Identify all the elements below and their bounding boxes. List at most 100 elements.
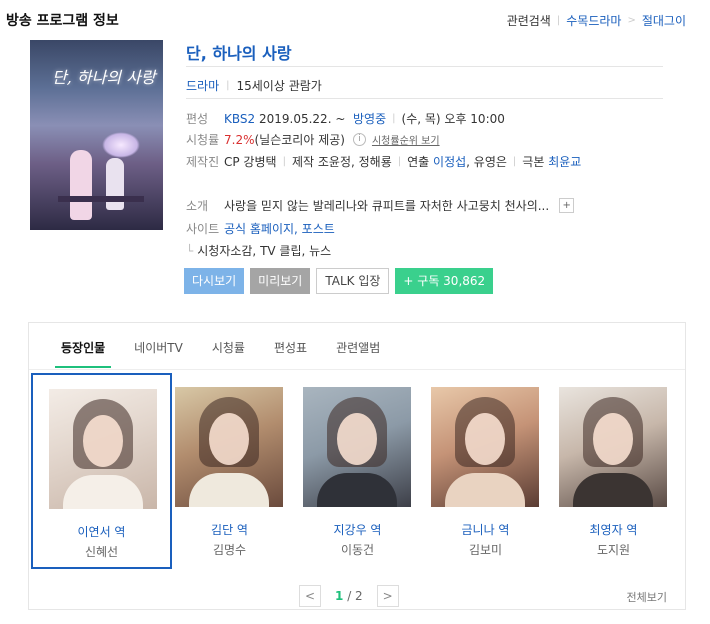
pagination: < 1 / 2 > — [299, 585, 399, 607]
genre-link[interactable]: 드라마 — [186, 77, 219, 94]
cast-role: 김단 역 — [211, 523, 248, 537]
body-shape — [63, 475, 143, 509]
sub-links-row: └ 시청자소감, TV 클립, 뉴스 — [186, 242, 331, 259]
schedule-label: 편성 — [186, 112, 209, 126]
cast-actor: 도지원 — [596, 543, 631, 557]
site-links[interactable]: 공식 홈페이지, 포스트 — [224, 220, 335, 237]
schedule-row: 편성 KBS2 2019.05.22. ~ 방영중 | (수, 목) 오후 10… — [186, 110, 505, 127]
genre-row: 드라마 | 15세이상 관람가 — [186, 77, 322, 94]
intro-text: 사랑을 믿지 않는 발레리나와 큐피트를 자처한 사고뭉치 천사의... — [224, 199, 550, 213]
current-page: 1 — [335, 589, 344, 603]
viewership-row: 시청률 7.2% (닐슨코리아 제공) i 시청률순위 보기 — [186, 131, 440, 148]
air-date: 2019.05.22. ~ — [258, 111, 346, 126]
cast-card[interactable]: 지강우 역 이동건 — [287, 373, 428, 569]
separator: | — [282, 156, 286, 167]
cast-card[interactable]: 김단 역 김명수 — [159, 373, 300, 569]
separator: | — [556, 15, 561, 26]
program-title[interactable]: 단, 하나의 사랑 — [186, 40, 292, 64]
writer-link[interactable]: 최윤교 — [548, 153, 581, 170]
divider — [186, 98, 663, 99]
producer-prefix: 제작 — [291, 155, 315, 169]
director-link[interactable]: 이정섭 — [433, 153, 466, 170]
cast-actor: 김명수 — [212, 543, 247, 557]
site-row: 사이트 공식 홈페이지, 포스트 — [186, 220, 335, 237]
producer-names: 조윤정, 정해룡 — [317, 155, 392, 169]
cast-actor: 신혜선 — [84, 545, 119, 559]
next-page-button[interactable]: > — [376, 585, 399, 607]
intro-label: 소개 — [186, 199, 209, 213]
divider — [29, 369, 685, 370]
face-shape — [83, 415, 123, 467]
cast-card[interactable]: 이연서 역 신혜선 — [31, 373, 172, 569]
body-shape — [573, 473, 653, 507]
cast-role: 지강우 역 — [333, 523, 382, 537]
director-prefix: 연출 — [407, 155, 430, 169]
viewership-label: 시청률 — [186, 133, 220, 147]
related-drama-link[interactable]: 절대그이 — [642, 12, 686, 29]
cast-photo — [431, 387, 539, 507]
age-rating: 15세이상 관람가 — [236, 79, 322, 93]
separator: | — [226, 80, 230, 91]
crew-label: 제작진 — [186, 155, 220, 169]
expand-icon[interactable]: + — [559, 198, 575, 213]
crew-cp: CP 강병택 — [224, 155, 277, 169]
body-shape — [317, 473, 397, 507]
program-poster[interactable]: 단, 하나의 사랑 — [30, 40, 163, 230]
related-links: 관련검색 | 수목드라마 > 절대그이 — [507, 12, 686, 29]
cast-role: 최영자 역 — [589, 523, 638, 537]
chevron-right-icon: > — [627, 15, 636, 26]
cast-role: 이연서 역 — [77, 525, 126, 539]
prev-page-button[interactable]: < — [299, 585, 321, 607]
preview-button[interactable]: 미리보기 — [250, 268, 311, 294]
tab-viewership[interactable]: 시청률 — [212, 339, 245, 368]
viewership-source: (닐슨코리아 제공) — [254, 133, 345, 147]
viewership-value: 7.2% — [224, 132, 255, 147]
cast-panel: 등장인물 네이버TV 시청률 편성표 관련앨범 이연서 역 신혜선 김단 역 김… — [28, 322, 686, 610]
tab-albums[interactable]: 관련앨범 — [336, 339, 380, 368]
divider — [186, 66, 663, 67]
site-label: 사이트 — [186, 222, 220, 236]
viewership-ranking-link[interactable]: 시청률순위 보기 — [372, 132, 440, 147]
page-indicator: 1 / 2 — [335, 589, 363, 603]
airing-status: 방영중 — [353, 112, 387, 126]
channel-link[interactable]: KBS2 — [224, 112, 255, 126]
intro-row: 소개 사랑을 믿지 않는 발레리나와 큐피트를 자처한 사고뭉치 천사의... … — [186, 197, 575, 214]
poster-title: 단, 하나의 사랑 — [52, 68, 156, 87]
director-rest: , 유영은 — [466, 155, 507, 169]
writer-prefix: 극본 — [522, 155, 545, 169]
cast-photo — [175, 387, 283, 507]
info-icon[interactable]: i — [352, 133, 366, 146]
body-shape — [189, 473, 269, 507]
tab-navertv[interactable]: 네이버TV — [134, 339, 183, 368]
poster-bench — [58, 196, 144, 202]
tab-schedule[interactable]: 편성표 — [274, 339, 307, 368]
section-title: 방송 프로그램 정보 — [6, 13, 119, 29]
tab-cast[interactable]: 등장인물 — [54, 339, 112, 368]
cast-actor: 김보미 — [468, 543, 503, 557]
talk-button[interactable]: TALK 입장 — [316, 268, 390, 294]
replay-button[interactable]: 다시보기 — [184, 268, 245, 294]
wed-thu-drama-link[interactable]: 수목드라마 — [566, 12, 621, 29]
body-shape — [445, 473, 525, 507]
separator: | — [397, 156, 402, 167]
cast-photo — [303, 387, 411, 507]
view-all-link[interactable]: 전체보기 — [627, 589, 667, 605]
separator: | — [392, 113, 396, 124]
umbrella-shape — [102, 132, 140, 158]
face-shape — [593, 413, 633, 465]
action-buttons: 다시보기 미리보기 TALK 입장 + 구독 30,862 — [184, 268, 499, 294]
poster-figure — [106, 158, 124, 210]
separator: | — [512, 156, 517, 167]
cast-card[interactable]: 최영자 역 도지원 — [543, 373, 684, 569]
face-shape — [337, 413, 377, 465]
cast-photo — [49, 389, 157, 509]
sub-links[interactable]: 시청자소감, TV 클립, 뉴스 — [197, 244, 331, 258]
corner-arrow-icon: └ — [186, 244, 194, 258]
face-shape — [465, 413, 505, 465]
total-pages: / 2 — [347, 589, 363, 603]
tab-bar: 등장인물 네이버TV 시청률 편성표 관련앨범 — [54, 339, 409, 368]
cast-card[interactable]: 금니나 역 김보미 — [415, 373, 556, 569]
subscribe-button[interactable]: + 구독 30,862 — [395, 268, 494, 294]
related-search-link[interactable]: 관련검색 — [507, 12, 551, 29]
face-shape — [209, 413, 249, 465]
